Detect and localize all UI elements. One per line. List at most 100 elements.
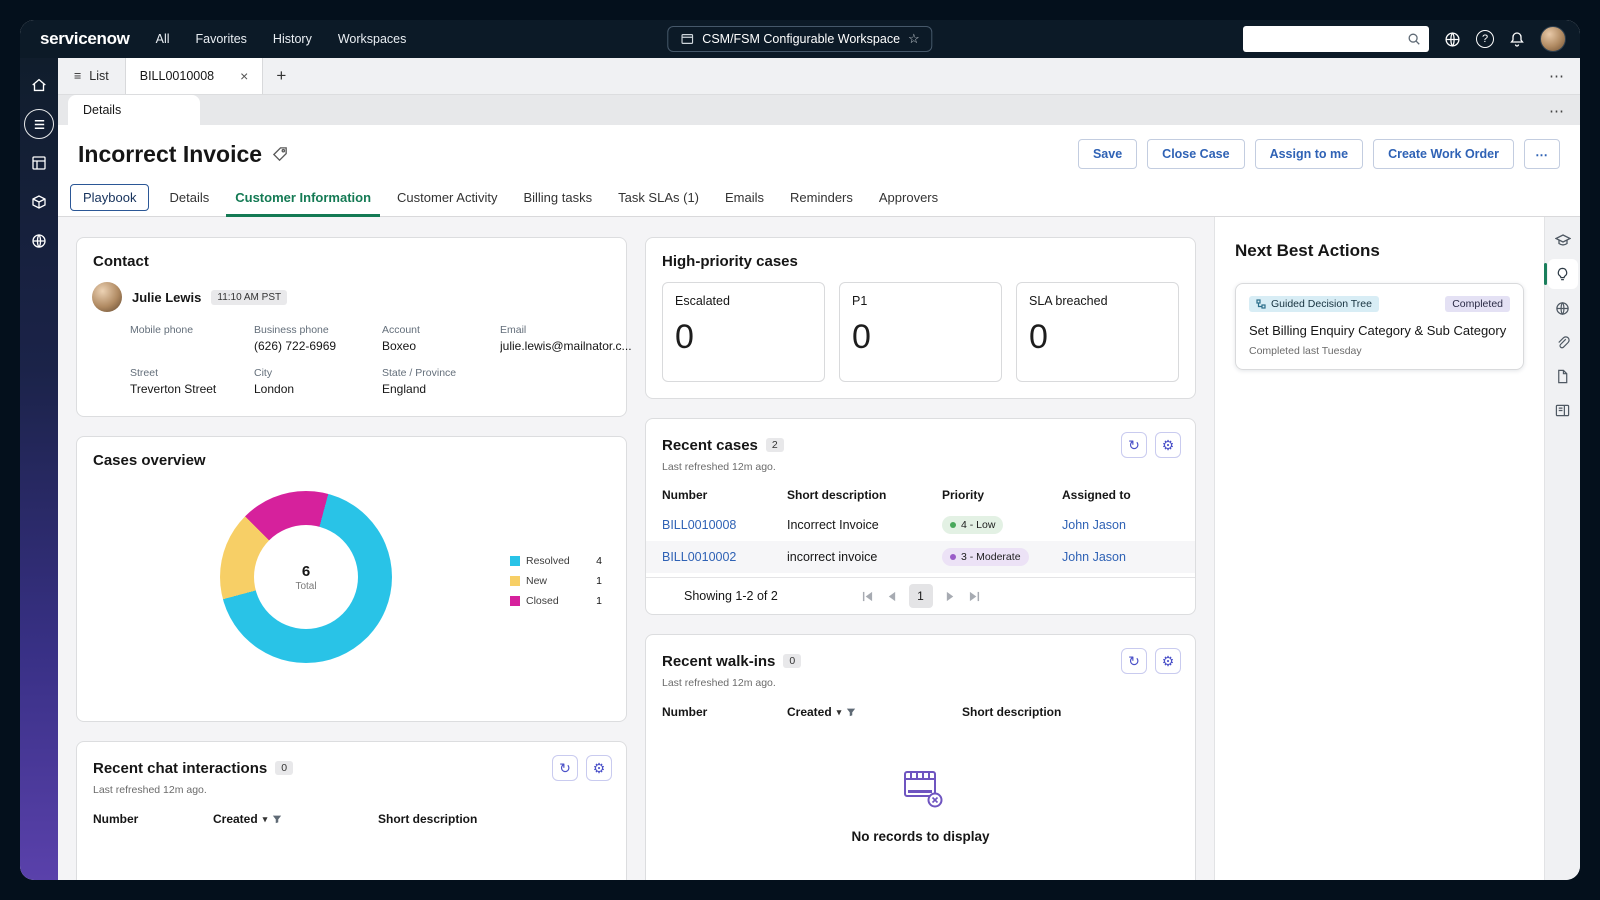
filter-icon[interactable] [846, 707, 856, 717]
case-number-link[interactable]: BILL0010008 [662, 518, 787, 532]
sidebar-item-home[interactable] [24, 70, 54, 100]
nav-workspaces[interactable]: Workspaces [338, 32, 407, 46]
gear-icon[interactable]: ⚙ [1155, 648, 1181, 674]
nav-favorites[interactable]: Favorites [196, 32, 247, 46]
col-short-description[interactable]: Short description [378, 812, 610, 826]
legend-item-closed[interactable]: Closed 1 [510, 595, 602, 607]
table-row[interactable]: BILL0010008 Incorrect Invoice 4 - Low Jo… [646, 509, 1195, 541]
table-row[interactable]: BILL0010002 incorrect invoice 3 - Modera… [646, 541, 1195, 573]
col-created[interactable]: Created ▾ [787, 705, 962, 719]
create-work-order-button[interactable]: Create Work Order [1373, 139, 1514, 169]
col-priority[interactable]: Priority [942, 488, 1062, 502]
assigned-to-link[interactable]: John Jason [1062, 518, 1179, 532]
next-best-action-card[interactable]: Guided Decision Tree Completed Set Billi… [1235, 283, 1524, 370]
legend-item-resolved[interactable]: Resolved 4 [510, 555, 602, 567]
tab-task-slas[interactable]: Task SLAs (1) [605, 179, 712, 216]
sidebar-item-products[interactable] [24, 187, 54, 217]
tab-approvers[interactable]: Approvers [866, 179, 951, 216]
contextual-side-rail [1543, 217, 1580, 880]
nav-all[interactable]: All [156, 32, 170, 46]
search-input[interactable] [1251, 32, 1407, 46]
paperclip-icon [1558, 335, 1570, 348]
globe-icon[interactable] [1444, 31, 1461, 48]
top-header-bar: servicenow All Favorites History Workspa… [20, 20, 1580, 58]
tab-bar-more-icon[interactable]: ⋯ [1533, 58, 1580, 94]
next-page-icon[interactable] [944, 591, 957, 602]
no-records-storefront-icon [903, 771, 942, 808]
sort-caret-icon[interactable]: ▾ [837, 707, 842, 718]
assign-to-me-button[interactable]: Assign to me [1254, 139, 1364, 169]
rail-item-attachments[interactable] [1548, 327, 1578, 357]
tab-customer-activity[interactable]: Customer Activity [384, 179, 510, 216]
recent-chats-title: Recent chat interactions [93, 759, 268, 777]
refresh-icon[interactable]: ↻ [1121, 432, 1147, 458]
current-page-number[interactable]: 1 [908, 584, 933, 608]
sidebar-item-lists[interactable] [24, 109, 54, 139]
tab-emails[interactable]: Emails [712, 179, 777, 216]
sidebar-item-community[interactable] [24, 226, 54, 256]
kpi-p1[interactable]: P1 0 [839, 282, 1002, 382]
next-best-action-text[interactable]: Set Billing Enquiry Category & Sub Categ… [1249, 323, 1510, 338]
next-best-action-subtext: Completed last Tuesday [1249, 345, 1362, 357]
rail-item-documents[interactable] [1548, 361, 1578, 391]
col-number[interactable]: Number [662, 705, 787, 719]
close-tab-icon[interactable]: × [240, 68, 248, 84]
search-icon[interactable] [1407, 32, 1421, 46]
previous-page-icon[interactable] [885, 591, 898, 602]
sidebar-item-dashboard[interactable] [24, 148, 54, 178]
tab-reminders[interactable]: Reminders [777, 179, 866, 216]
tab-playbook[interactable]: Playbook [70, 184, 150, 211]
gear-icon[interactable]: ⚙ [586, 755, 612, 781]
list-home-tab[interactable]: ≡ List [58, 58, 126, 94]
tab-billing-tasks[interactable]: Billing tasks [510, 179, 605, 216]
last-page-icon[interactable] [968, 591, 981, 602]
filter-icon[interactable] [272, 814, 282, 824]
list-tab-label: List [89, 69, 109, 83]
rail-item-community[interactable] [1548, 293, 1578, 323]
col-assigned-to[interactable]: Assigned to [1062, 488, 1179, 502]
cases-donut-chart[interactable]: 6 Total [220, 491, 392, 663]
rail-item-next-best-actions[interactable] [1543, 259, 1578, 289]
assigned-to-link[interactable]: John Jason [1062, 550, 1179, 564]
col-number[interactable]: Number [662, 488, 787, 502]
col-short-description[interactable]: Short description [962, 705, 1179, 719]
help-icon[interactable]: ? [1476, 30, 1494, 48]
first-page-icon[interactable] [861, 591, 874, 602]
sort-caret-icon[interactable]: ▾ [263, 814, 268, 825]
legend-item-new[interactable]: New 1 [510, 575, 602, 587]
new-tab-button[interactable]: + [263, 58, 299, 94]
refresh-icon[interactable]: ↻ [552, 755, 578, 781]
col-short-description[interactable]: Short description [787, 488, 942, 502]
tab-details[interactable]: Details [156, 179, 222, 216]
rail-item-knowledge[interactable] [1548, 225, 1578, 255]
user-avatar[interactable] [1540, 26, 1566, 52]
kpi-escalated[interactable]: Escalated 0 [662, 282, 825, 382]
details-subtab[interactable]: Details [68, 95, 200, 125]
gear-icon[interactable]: ⚙ [1155, 432, 1181, 458]
tags-icon[interactable] [272, 146, 289, 163]
recent-chats-column-headers: Number Created ▾ Short description [77, 804, 626, 834]
priority-dot [950, 522, 956, 528]
col-number[interactable]: Number [93, 812, 213, 826]
legend-swatch-resolved [510, 556, 520, 566]
tab-customer-information[interactable]: Customer Information [222, 179, 384, 217]
case-number-link[interactable]: BILL0010002 [662, 550, 787, 564]
contact-name[interactable]: Julie Lewis [132, 290, 201, 305]
close-case-button[interactable]: Close Case [1147, 139, 1245, 169]
nav-history[interactable]: History [273, 32, 312, 46]
workspace-switcher-button[interactable]: CSM/FSM Configurable Workspace ☆ [667, 26, 933, 52]
refresh-icon[interactable]: ↻ [1121, 648, 1147, 674]
kpi-sla-breached[interactable]: SLA breached 0 [1016, 282, 1179, 382]
favorite-star-icon[interactable]: ☆ [908, 31, 920, 47]
rail-item-details-panel[interactable] [1548, 395, 1578, 425]
subtab-more-icon[interactable]: ⋯ [1549, 102, 1564, 120]
more-actions-button[interactable]: ⋯ [1524, 139, 1560, 169]
notifications-bell-icon[interactable] [1509, 31, 1525, 47]
contact-avatar[interactable] [92, 282, 122, 312]
global-search[interactable] [1243, 26, 1429, 52]
col-created[interactable]: Created ▾ [213, 812, 378, 826]
record-tab[interactable]: BILL0010008 × [125, 58, 264, 94]
contact-card: Contact Julie Lewis 11:10 AM PST Mobile … [76, 237, 632, 417]
recent-walkins-title: Recent walk-ins [662, 652, 776, 670]
save-button[interactable]: Save [1077, 139, 1138, 169]
